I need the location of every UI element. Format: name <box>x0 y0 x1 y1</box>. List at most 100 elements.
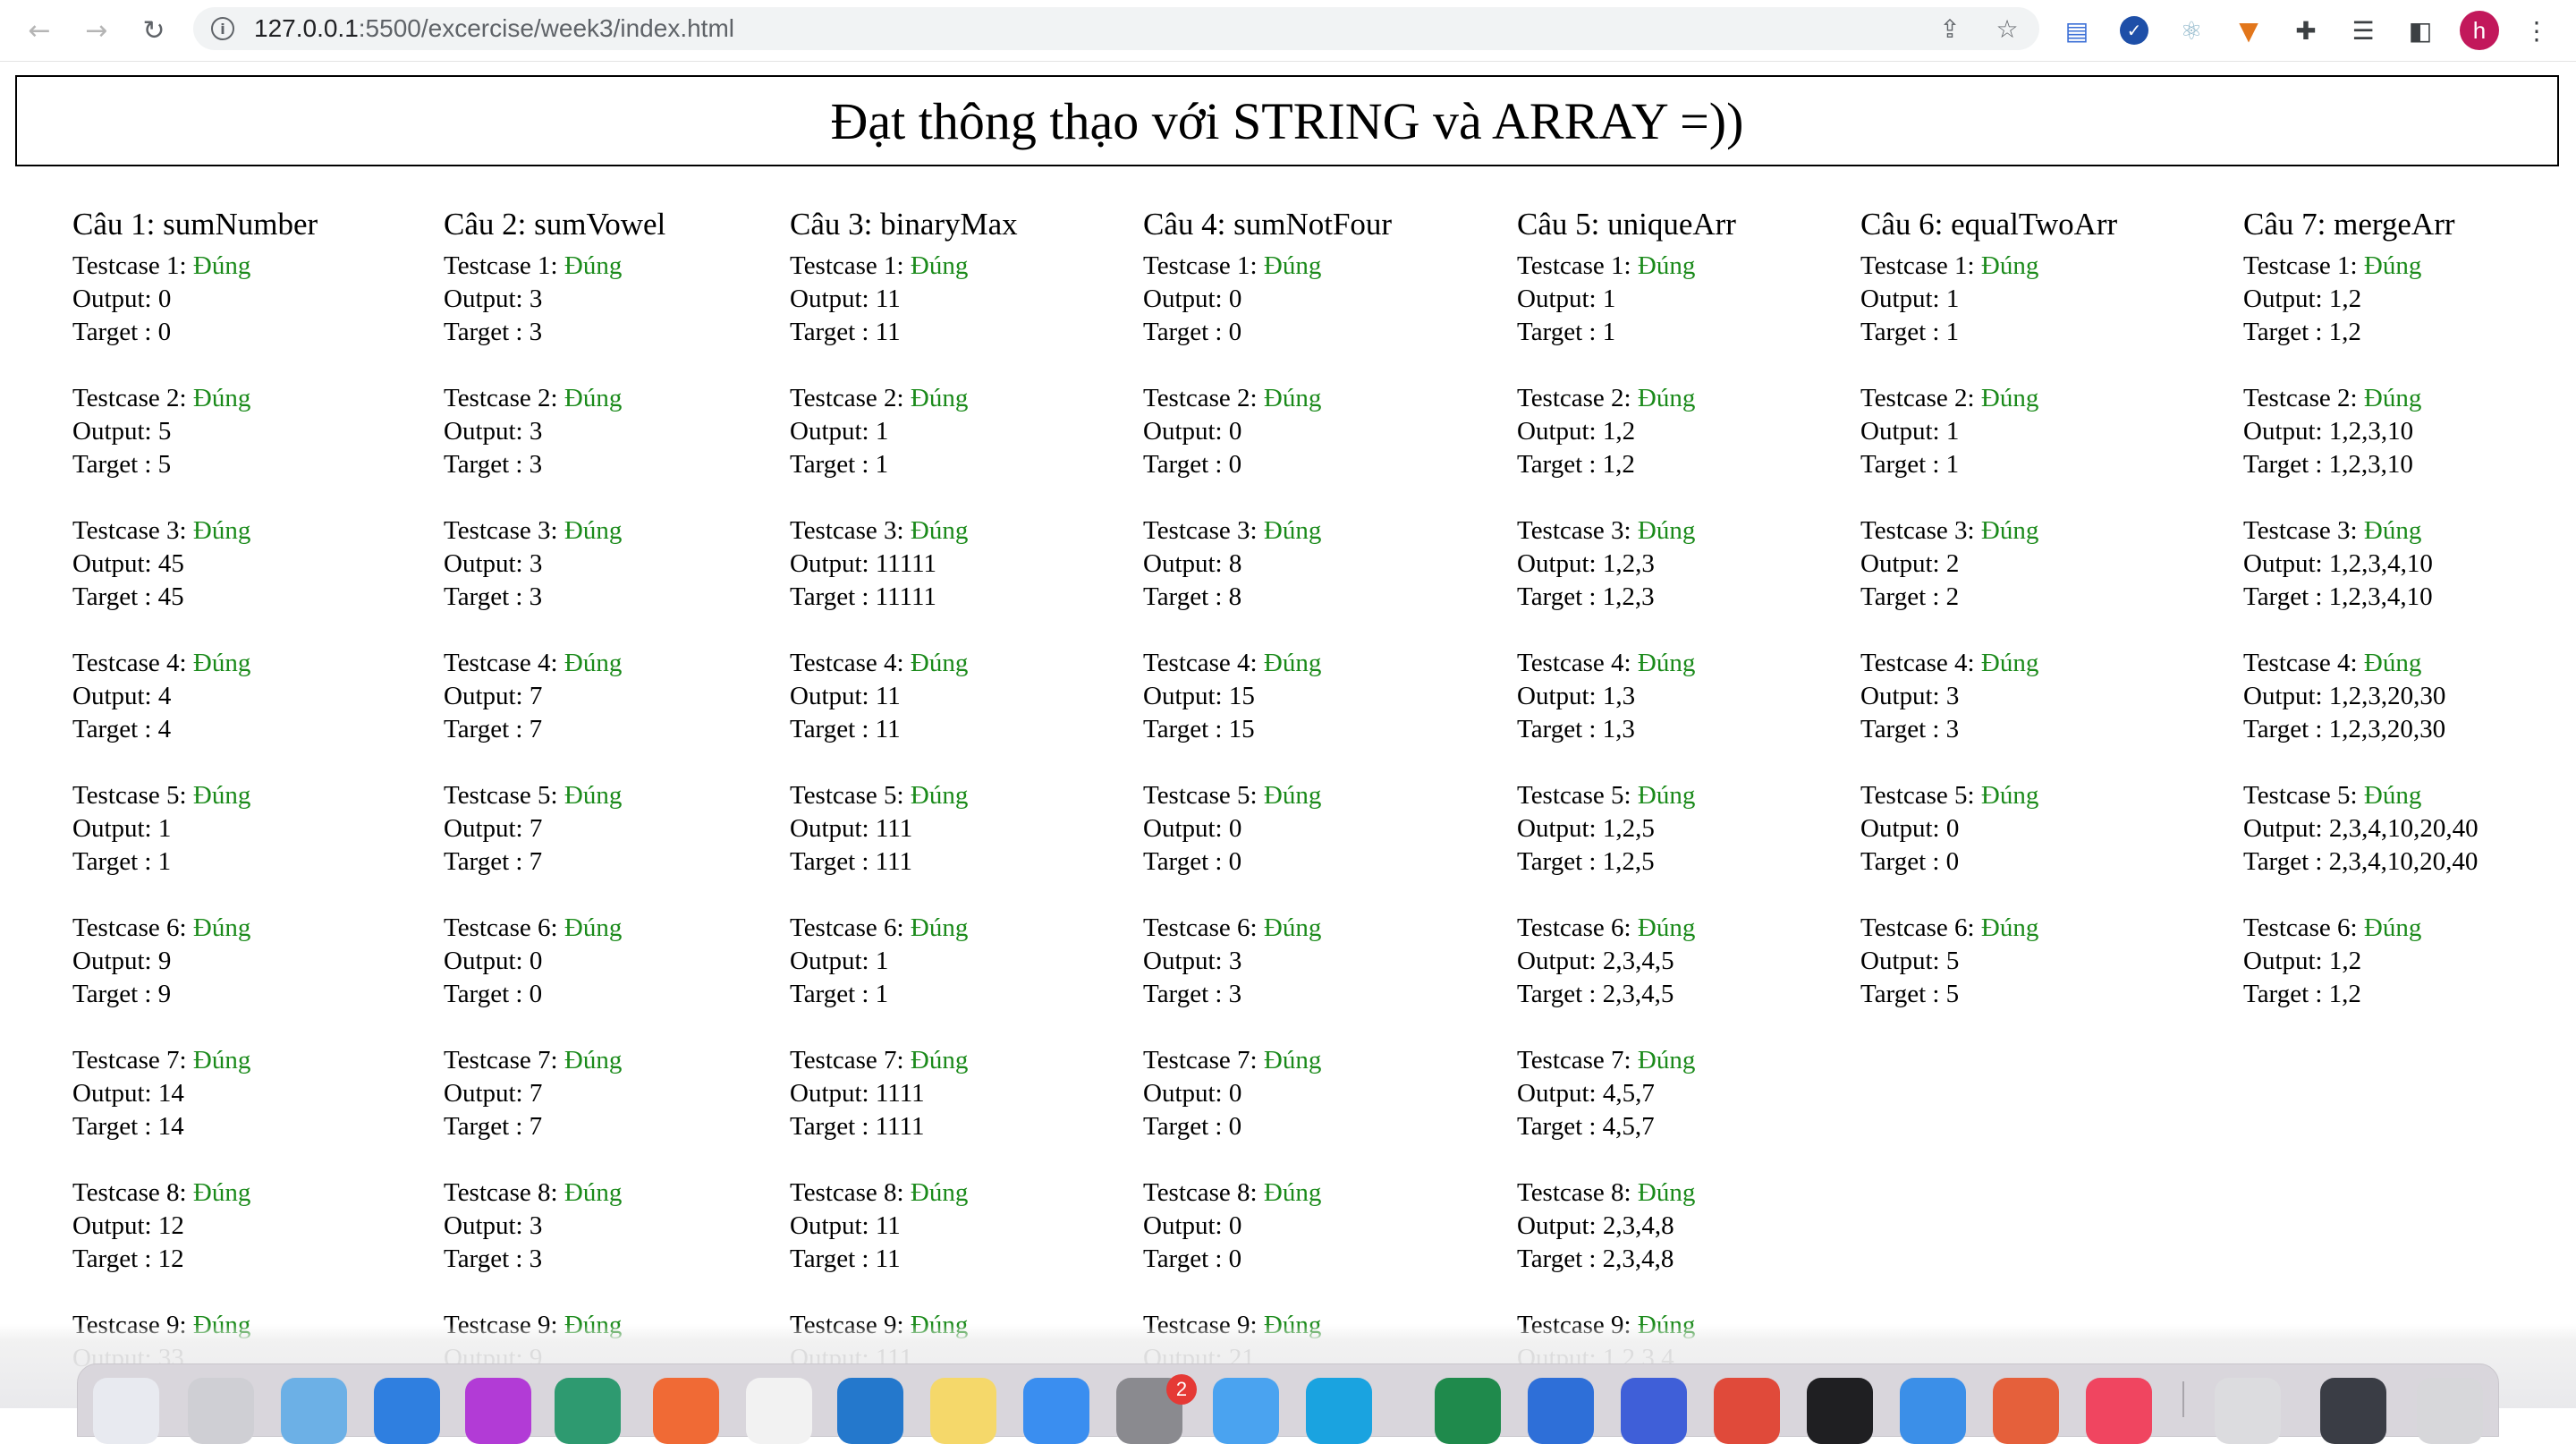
testcase-header: Testcase 6: Đúng <box>1517 912 1736 945</box>
testcase-label: Testcase 8: <box>1517 1178 1631 1207</box>
testcase-output: Output: 11 <box>790 1211 901 1240</box>
testcase-header: Testcase 4: Đúng <box>1860 647 2117 680</box>
powerpoint-app-icon[interactable] <box>1993 1378 2059 1444</box>
xcode-app-icon[interactable] <box>1023 1378 1089 1444</box>
testcase-label: Testcase 7: <box>72 1046 187 1075</box>
launchpad-app-icon[interactable] <box>188 1378 254 1444</box>
testcase-label: Testcase 1: <box>72 251 187 280</box>
testcase-status: Đúng <box>1980 251 2039 280</box>
chrome-app-icon[interactable] <box>746 1378 812 1444</box>
keynote-app-icon[interactable] <box>1528 1378 1594 1444</box>
testcase-block: Testcase 6: Đúng Output: 2,3,4,5 Target : … <box>1517 912 1736 1011</box>
testcase-target: Target : 0 <box>1143 318 1242 346</box>
testcase-status: Đúng <box>2363 516 2422 545</box>
testcase-target: Target : 7 <box>444 715 543 743</box>
trash-icon[interactable] <box>2417 1378 2483 1444</box>
testcase-label: Testcase 5: <box>2243 781 2358 810</box>
testcase-status: Đúng <box>564 516 623 545</box>
testcase-block: Testcase 5: Đúng Output: 0 Target : 0 <box>1143 779 1392 879</box>
testcase-target: Target : 11 <box>790 318 901 346</box>
finder-app-icon[interactable] <box>93 1378 159 1444</box>
testcase-header: Testcase 2: Đúng <box>1860 382 2117 415</box>
forward-arrow-icon[interactable]: → <box>75 9 118 52</box>
browser-toolbar: ← → ↻ i 127.0.0.1:5500/excercise/week3/i… <box>0 0 2576 62</box>
testcase-label: Testcase 7: <box>790 1046 904 1075</box>
testcase-header: Testcase 2: Đúng <box>444 382 665 415</box>
profile-avatar[interactable]: h <box>2460 11 2499 50</box>
vscode-app-icon[interactable] <box>837 1378 903 1444</box>
intellij-app-icon[interactable] <box>465 1378 531 1444</box>
kebab-menu-icon[interactable]: ⋮ <box>2517 11 2556 50</box>
testcase-header: Testcase 2: Đúng <box>1143 382 1392 415</box>
site-info-icon[interactable]: i <box>211 17 234 40</box>
testcase-status: Đúng <box>910 781 969 810</box>
react-devtools-icon[interactable]: ⚛ <box>2172 11 2211 50</box>
testcase-block: Testcase 4: Đúng Output: 7 Target : 7 <box>444 647 665 746</box>
page-title: Đạt thông thạo với STRING và ARRAY =)) <box>830 91 1744 150</box>
chrome-canary-app-icon[interactable] <box>1714 1378 1780 1444</box>
dock-divider <box>2182 1381 2184 1417</box>
safari-app-icon[interactable] <box>374 1378 440 1444</box>
screenshot-stack-icon[interactable] <box>2320 1378 2386 1444</box>
numbers-app-icon[interactable] <box>1435 1378 1501 1444</box>
testcase-block: Testcase 6: Đúng Output: 9 Target : 9 <box>72 912 318 1011</box>
testcase-label: Testcase 4: <box>1517 649 1631 677</box>
testcase-block: Testcase 1: Đúng Output: 1,2 Target : 1,2 <box>2243 250 2479 349</box>
metamask-fox-icon[interactable]: ▼ <box>2229 11 2268 50</box>
downloads-stack-icon[interactable] <box>2215 1378 2281 1444</box>
terminal-app-icon[interactable] <box>1807 1378 1873 1444</box>
testcase-block: Testcase 3: Đúng Output: 2 Target : 2 <box>1860 514 2117 614</box>
testcase-target: Target : 7 <box>444 1112 543 1141</box>
testcase-target: Target : 3 <box>444 1244 543 1273</box>
testcase-output: Output: 5 <box>72 417 172 446</box>
extensions-puzzle-icon[interactable]: ✚ <box>2286 11 2326 50</box>
testcase-label: Testcase 3: <box>1517 516 1631 545</box>
exercise-title: Câu 3: binaryMax <box>790 207 1018 242</box>
testcase-block: Testcase 5: Đúng Output: 1,2,5 Target : 1,… <box>1517 779 1736 879</box>
testcase-header: Testcase 6: Đúng <box>2243 912 2479 945</box>
testcase-output: Output: 1,2 <box>2243 947 2362 975</box>
reload-icon[interactable]: ↻ <box>132 9 175 52</box>
exercise-column: Câu 3: binaryMax Testcase 1: Đúng Output: … <box>790 204 1018 1408</box>
datagrip-app-icon[interactable] <box>555 1378 621 1444</box>
reading-list-icon[interactable]: ☰ <box>2343 11 2383 50</box>
music-app-icon[interactable] <box>2086 1378 2152 1444</box>
testcase-header: Testcase 3: Đúng <box>72 514 318 548</box>
testcase-header: Testcase 4: Đúng <box>1143 647 1392 680</box>
url-host: 127.0.0.1 <box>254 14 359 42</box>
testcase-target: Target : 11 <box>790 1244 901 1273</box>
testcase-block: Testcase 4: Đúng Output: 1,2,3,20,30 Targe… <box>2243 647 2479 746</box>
back-arrow-icon[interactable]: ← <box>18 9 61 52</box>
maps-app-icon[interactable] <box>281 1378 347 1444</box>
notes-app-icon[interactable] <box>930 1378 996 1444</box>
testcase-label: Testcase 2: <box>444 384 558 412</box>
share-icon[interactable]: ⇪ <box>1930 9 1970 48</box>
exercise-title: Câu 5: uniqueArr <box>1517 207 1736 242</box>
skype-app-icon[interactable] <box>1306 1378 1372 1444</box>
bookmark-star-icon[interactable]: ☆ <box>1987 9 2027 48</box>
testcase-target: Target : 12 <box>72 1244 184 1273</box>
testcase-target: Target : 1 <box>790 450 889 479</box>
testcase-header: Testcase 1: Đúng <box>1143 250 1392 283</box>
testcase-status: Đúng <box>910 516 969 545</box>
testcase-label: Testcase 1: <box>2243 251 2358 280</box>
pages-app-icon[interactable] <box>1621 1378 1687 1444</box>
url-text[interactable]: 127.0.0.1:5500/excercise/week3/index.htm… <box>254 14 734 43</box>
testcase-output: Output: 1,2 <box>2243 285 2362 313</box>
testcase-status: Đúng <box>1980 384 2039 412</box>
testcase-output: Output: 14 <box>72 1079 184 1108</box>
simulator-app-icon[interactable] <box>1213 1378 1279 1444</box>
testcase-target: Target : 1,2 <box>2243 318 2361 346</box>
testcase-block: Testcase 1: Đúng Output: 0 Target : 0 <box>1143 250 1392 349</box>
side-panel-icon[interactable]: ◧ <box>2401 11 2440 50</box>
address-bar[interactable]: i 127.0.0.1:5500/excercise/week3/index.h… <box>193 7 2039 50</box>
checkmark-extension-icon[interactable]: ✓ <box>2114 11 2154 50</box>
testcase-header: Testcase 1: Đúng <box>2243 250 2479 283</box>
testcase-block: Testcase 2: Đúng Output: 1,2,3,10 Target :… <box>2243 382 2479 481</box>
app-store-app-icon[interactable] <box>1900 1378 1966 1444</box>
translate-extension-icon[interactable]: ▤ <box>2057 11 2097 50</box>
testcase-output: Output: 1 <box>790 417 889 446</box>
testcase-output: Output: 0 <box>1143 814 1242 843</box>
exercise-column: Câu 2: sumVowel Testcase 1: Đúng Output: 3… <box>444 204 665 1408</box>
postman-app-icon[interactable] <box>653 1378 719 1444</box>
